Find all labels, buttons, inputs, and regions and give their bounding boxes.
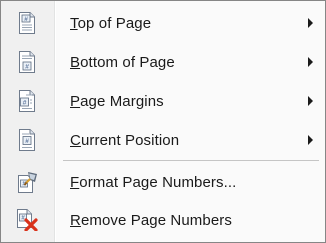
svg-text:#: # [24, 16, 28, 23]
menu-item-label: Remove Page Numbers [70, 211, 232, 229]
menu-item-label: Top of Page [70, 14, 152, 32]
menu-item-bottom-of-page[interactable]: # Bottom of Page [2, 44, 324, 80]
page-current-position-icon: # [16, 128, 38, 152]
page-margin-number-icon: # [16, 89, 38, 113]
page-top-number-icon: # [16, 11, 38, 35]
submenu-arrow-icon [308, 135, 313, 145]
page-bottom-number-icon: # [16, 50, 38, 74]
svg-text:#: # [25, 64, 29, 71]
submenu-arrow-icon [308, 57, 313, 67]
menu-item-current-position[interactable]: # Current Position [2, 122, 324, 158]
svg-text:#: # [23, 100, 27, 107]
remove-page-numbers-icon: # [16, 208, 38, 232]
menu-item-label: Current Position [70, 131, 180, 149]
menu-item-format-page-numbers[interactable]: # Format Page Numbers... [2, 164, 324, 200]
menu-item-label: Format Page Numbers... [70, 173, 237, 191]
menu-item-remove-page-numbers[interactable]: # Remove Page Numbers [2, 202, 324, 238]
menu-item-page-margins[interactable]: # Page Margins [2, 83, 324, 119]
page-number-menu: # Top of Page # Bottom of Page # Page Ma… [0, 0, 326, 243]
format-page-numbers-icon: # [16, 170, 38, 194]
submenu-arrow-icon [308, 18, 313, 28]
menu-item-label: Bottom of Page [70, 53, 175, 71]
menu-item-top-of-page[interactable]: # Top of Page [2, 5, 324, 41]
svg-text:#: # [25, 138, 29, 145]
menu-item-label: Page Margins [70, 92, 164, 110]
menu-separator [63, 160, 319, 161]
submenu-arrow-icon [308, 96, 313, 106]
